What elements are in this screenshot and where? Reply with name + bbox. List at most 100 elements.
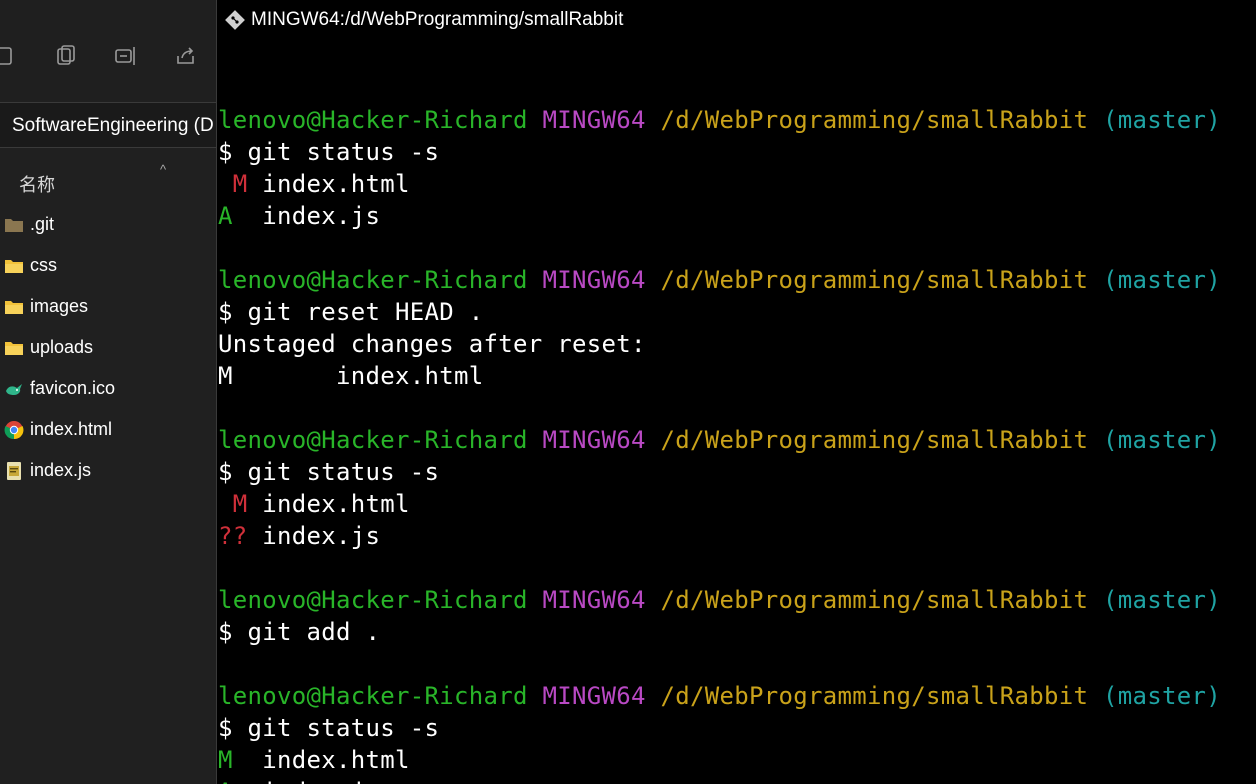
file-row-uploads[interactable]: uploads [0, 329, 216, 367]
prompt-path: /d/WebProgramming/smallRabbit [660, 586, 1089, 614]
git-status-file: index.html [247, 490, 410, 518]
file-explorer-pane: SoftwareEngineering (D ^ 名称 .git css ima… [0, 0, 216, 784]
prompt-system: MINGW64 [542, 106, 646, 134]
terminal-prompt: lenovo@Hacker-Richard MINGW64 /d/WebProg… [218, 264, 1254, 296]
prompt-user: lenovo@Hacker-Richard [218, 426, 528, 454]
prompt-user: lenovo@Hacker-Richard [218, 106, 528, 134]
prompt-branch: (master) [1102, 586, 1221, 614]
prompt-path: /d/WebProgramming/smallRabbit [660, 426, 1089, 454]
git-status-code: ?? [218, 522, 248, 550]
prompt-branch: (master) [1102, 426, 1221, 454]
git-status-file: index.js [248, 778, 381, 784]
git-status-code: M [218, 746, 248, 774]
chrome-icon [4, 420, 24, 440]
git-status-code: A [218, 778, 248, 784]
column-header[interactable]: ^ 名称 [0, 160, 216, 200]
prompt-path: /d/WebProgramming/smallRabbit [660, 106, 1089, 134]
sort-ascending-icon[interactable]: ^ [160, 162, 166, 177]
file-name: uploads [30, 337, 94, 357]
terminal-prompt: lenovo@Hacker-Richard MINGW64 /d/WebProg… [218, 680, 1254, 712]
folder-icon [4, 297, 24, 317]
git-status-line: M index.html [218, 168, 1254, 200]
terminal-window[interactable]: MINGW64:/d/WebProgramming/smallRabbit le… [216, 0, 1256, 784]
prompt-branch: (master) [1102, 682, 1221, 710]
prompt-path: /d/WebProgramming/smallRabbit [660, 266, 1089, 294]
terminal-command: $ git add . [218, 618, 381, 646]
file-name: index.html [30, 419, 113, 439]
terminal-output[interactable]: lenovo@Hacker-Richard MINGW64 /d/WebProg… [218, 72, 1254, 784]
terminal-output-line: M index.html [218, 362, 484, 390]
breadcrumb-folder[interactable]: SoftwareEngineering (D [12, 115, 214, 137]
file-row-index-js[interactable]: index.js [0, 452, 216, 490]
file-row-git[interactable]: .git [0, 206, 216, 244]
terminal-command: $ git status -s [218, 458, 440, 486]
terminal-prompt: lenovo@Hacker-Richard MINGW64 /d/WebProg… [218, 424, 1254, 456]
prompt-path: /d/WebProgramming/smallRabbit [660, 682, 1089, 710]
file-row-favicon[interactable]: favicon.ico [0, 370, 216, 408]
git-status-line: ?? index.js [218, 520, 1254, 552]
file-name: index.js [30, 460, 92, 480]
file-name: .git [30, 214, 55, 234]
prompt-system: MINGW64 [542, 426, 646, 454]
file-name: css [30, 255, 57, 275]
terminal-command: $ git reset HEAD . [218, 298, 484, 326]
git-status-file: index.js [247, 202, 381, 230]
prompt-user: lenovo@Hacker-Richard [218, 682, 528, 710]
git-status-file: index.html [247, 170, 410, 198]
git-icon [225, 10, 245, 30]
terminal-prompt: lenovo@Hacker-Richard MINGW64 /d/WebProg… [218, 104, 1254, 136]
prompt-branch: (master) [1102, 266, 1221, 294]
cut-icon[interactable] [0, 44, 18, 68]
git-status-code: M [218, 170, 248, 198]
terminal-titlebar[interactable]: MINGW64:/d/WebProgramming/smallRabbit [217, 0, 1256, 40]
rename-icon[interactable] [114, 44, 138, 68]
file-row-images[interactable]: images [0, 288, 216, 326]
git-status-file: index.js [247, 522, 381, 550]
git-status-line: M index.html [218, 488, 1254, 520]
git-status-code: M [218, 490, 248, 518]
file-row-index-html[interactable]: index.html [0, 411, 216, 449]
column-header-name[interactable]: 名称 [19, 171, 55, 197]
prompt-user: lenovo@Hacker-Richard [218, 586, 528, 614]
terminal-prompt: lenovo@Hacker-Richard MINGW64 /d/WebProg… [218, 584, 1254, 616]
prompt-system: MINGW64 [542, 586, 646, 614]
file-row-css[interactable]: css [0, 247, 216, 285]
prompt-system: MINGW64 [542, 682, 646, 710]
prompt-user: lenovo@Hacker-Richard [218, 266, 528, 294]
folder-icon [4, 338, 24, 358]
prompt-branch: (master) [1102, 106, 1221, 134]
folder-icon [4, 215, 24, 235]
terminal-command: $ git status -s [218, 714, 440, 742]
prompt-system: MINGW64 [542, 266, 646, 294]
folder-icon [4, 256, 24, 276]
address-breadcrumb[interactable]: SoftwareEngineering (D [0, 102, 216, 148]
terminal-command: $ git status -s [218, 138, 440, 166]
terminal-output-line: Unstaged changes after reset: [218, 330, 646, 358]
file-name: images [30, 296, 89, 316]
explorer-toolbar [0, 0, 216, 100]
paste-icon[interactable] [54, 44, 78, 68]
git-status-line: A index.js [218, 200, 1254, 232]
share-icon[interactable] [174, 44, 198, 68]
rabbit-icon [4, 379, 24, 399]
git-status-code: A [218, 202, 248, 230]
